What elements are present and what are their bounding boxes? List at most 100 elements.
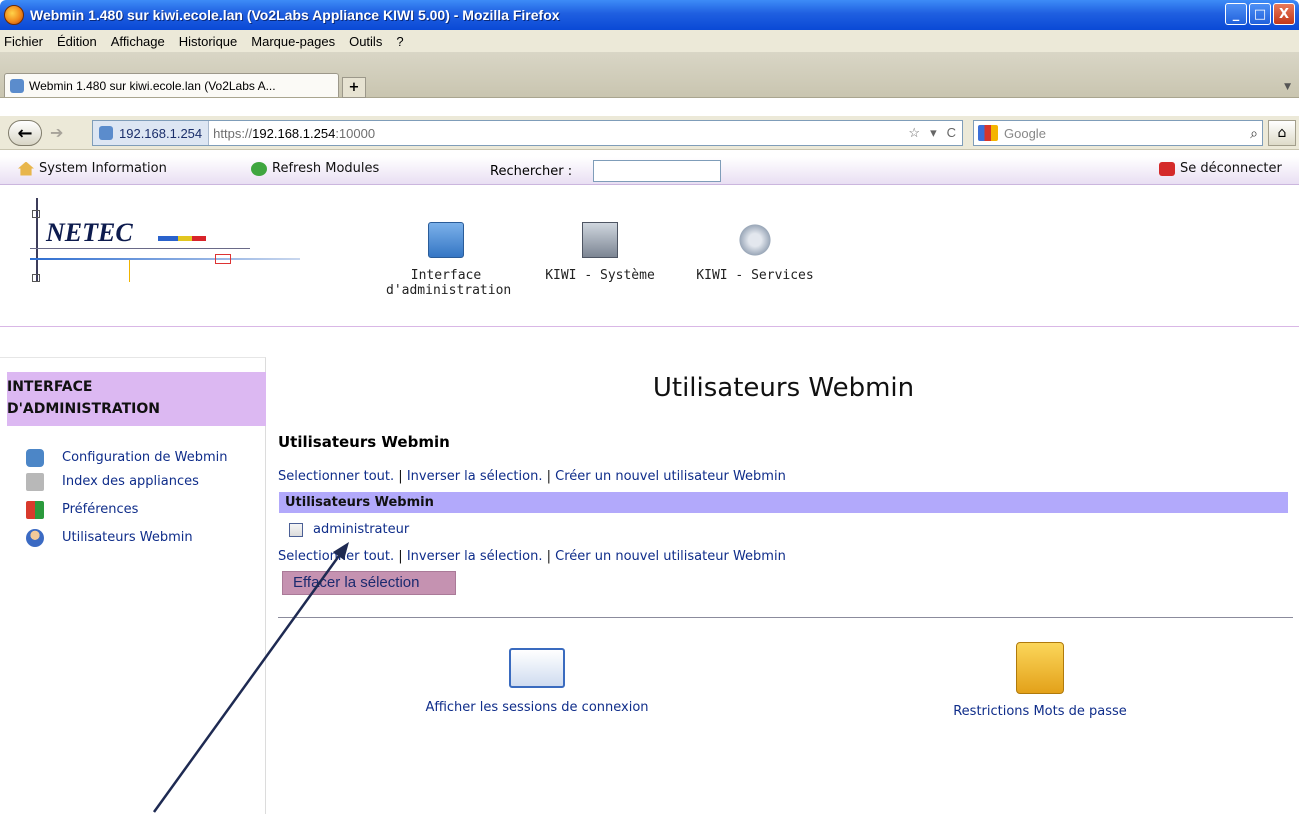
appliance-index-icon (26, 472, 44, 491)
logo-line (30, 248, 250, 249)
site-identity-button[interactable]: 192.168.1.254 (93, 121, 210, 145)
sidebar-item-webmin-config[interactable]: Configuration de Webmin (26, 448, 228, 467)
site-label: 192.168.1.254 (119, 125, 203, 141)
webmin-toolbar: System Information Refresh Modules Reche… (0, 157, 1299, 185)
users-icon (26, 528, 44, 547)
bookmark-star-icon[interactable]: ☆ (908, 125, 920, 141)
admin-interface-icon (428, 222, 464, 258)
sidebar-item-preferences[interactable]: Préférences (26, 500, 139, 519)
delete-selection-button[interactable]: Effacer la sélection (282, 571, 456, 595)
tab-bar: Webmin 1.480 sur kiwi.ecole.lan (Vo2Labs… (0, 52, 1299, 98)
module-label: KIWI - Services (696, 268, 814, 283)
menu-history[interactable]: Historique (179, 34, 238, 49)
module-label: Interface (410, 268, 482, 283)
preferences-icon (26, 500, 44, 519)
login-sessions-label: Afficher les sessions de connexion (425, 700, 649, 715)
menu-bookmarks[interactable]: Marque-pages (251, 34, 335, 49)
menu-bar: Fichier Édition Affichage Historique Mar… (0, 30, 1299, 52)
back-button[interactable]: ← (8, 120, 42, 146)
history-dropdown-icon[interactable]: ▾ (930, 125, 937, 141)
url-text[interactable]: https://192.168.1.254:10000 (209, 126, 375, 141)
logout-label: Se déconnecter (1180, 161, 1282, 176)
gears-icon (737, 222, 773, 258)
close-button[interactable]: X (1273, 3, 1295, 25)
logo-text: NETEC (46, 218, 133, 247)
url-host: 192.168.1.254 (252, 125, 336, 141)
navigation-bar: ← ➔ 192.168.1.254 https://192.168.1.254:… (0, 116, 1299, 150)
sidebar-item-label: Index des appliances (62, 474, 199, 489)
forward-button[interactable]: ➔ (50, 123, 63, 142)
module-admin-interface[interactable]: Interface d'administration (386, 222, 512, 298)
sidebar-item-label: Utilisateurs Webmin (62, 530, 193, 545)
menu-tools[interactable]: Outils (349, 34, 382, 49)
tab-list-arrow-icon[interactable]: ▼ (1284, 82, 1291, 92)
search-placeholder: Google (1004, 125, 1046, 141)
menu-edit[interactable]: Édition (57, 34, 97, 49)
module-label: d'administration (386, 283, 512, 298)
sidebar: INTERFACE D'ADMINISTRATION Configuration… (0, 357, 266, 814)
sidebar-heading: INTERFACE D'ADMINISTRATION (7, 372, 266, 426)
login-sessions-link[interactable]: Afficher les sessions de connexion (384, 648, 690, 715)
webmin-search-input[interactable] (593, 160, 721, 182)
maximize-button[interactable]: □ (1249, 3, 1271, 25)
logo-bar (192, 236, 206, 241)
new-tab-button[interactable]: + (342, 77, 366, 98)
power-icon (1159, 161, 1175, 176)
select-all-link[interactable]: Selectionner tout. (278, 549, 394, 564)
menu-view[interactable]: Affichage (111, 34, 165, 49)
reload-icon[interactable]: C (947, 125, 956, 141)
url-bar[interactable]: 192.168.1.254 https://192.168.1.254:1000… (92, 120, 963, 146)
selection-links-top: Selectionner tout. | Inverser la sélecti… (278, 469, 786, 484)
user-checkbox[interactable] (289, 522, 303, 537)
site-favicon-icon (99, 126, 113, 140)
content-divider (278, 617, 1293, 618)
home-icon: ⌂ (1277, 125, 1287, 141)
minimize-button[interactable]: _ (1225, 3, 1247, 25)
selection-links-bottom: Selectionner tout. | Inverser la sélecti… (278, 549, 786, 564)
logo-bar (158, 236, 178, 241)
logo-bar (178, 236, 192, 241)
refresh-modules-label: Refresh Modules (272, 161, 380, 176)
separator: | (398, 469, 403, 484)
logout-link[interactable]: Se déconnecter (1159, 161, 1282, 176)
search-icon[interactable]: ⌕ (1250, 125, 1258, 142)
logo-square (215, 254, 231, 264)
system-information-label: System Information (39, 161, 167, 176)
sidebar-heading-line: INTERFACE (7, 379, 93, 395)
window-title: Webmin 1.480 sur kiwi.ecole.lan (Vo2Labs… (30, 7, 560, 23)
menu-file[interactable]: Fichier (4, 34, 43, 49)
sidebar-item-webmin-users[interactable]: Utilisateurs Webmin (26, 528, 193, 547)
back-arrow-icon: ← (17, 122, 33, 144)
window-controls: _ □ X (1225, 3, 1295, 25)
search-box[interactable]: Google ⌕ (973, 120, 1263, 146)
sessions-icon (509, 648, 565, 688)
home-button[interactable]: ⌂ (1268, 120, 1296, 146)
system-information-link[interactable]: System Information (18, 161, 167, 176)
google-engine-icon[interactable] (978, 125, 998, 141)
menu-help[interactable]: ? (396, 34, 403, 49)
url-port: :10000 (335, 125, 376, 141)
url-prefix: https:// (213, 125, 253, 141)
invert-selection-link[interactable]: Inverser la sélection. (407, 549, 543, 564)
webmin-favicon-icon (10, 78, 24, 93)
module-kiwi-system[interactable]: KIWI - Système (535, 222, 665, 283)
window-titlebar: Webmin 1.480 sur kiwi.ecole.lan (Vo2Labs… (0, 0, 1299, 30)
home-icon (18, 161, 34, 176)
tab-webmin[interactable]: Webmin 1.480 sur kiwi.ecole.lan (Vo2Labs… (4, 73, 339, 97)
sidebar-item-appliance-index[interactable]: Index des appliances (26, 472, 199, 491)
user-link[interactable]: administrateur (313, 522, 409, 537)
module-kiwi-services[interactable]: KIWI - Services (688, 222, 822, 283)
sidebar-item-label: Préférences (62, 502, 139, 517)
padlock-icon (1016, 642, 1064, 694)
refresh-modules-link[interactable]: Refresh Modules (251, 161, 379, 176)
invert-selection-link[interactable]: Inverser la sélection. (407, 469, 543, 484)
firefox-logo-icon (4, 5, 24, 25)
select-all-link[interactable]: Selectionner tout. (278, 469, 394, 484)
create-user-link[interactable]: Créer un nouvel utilisateur Webmin (555, 469, 786, 484)
section-title: Utilisateurs Webmin (278, 433, 450, 451)
sidebar-item-label: Configuration de Webmin (62, 450, 228, 465)
create-user-link[interactable]: Créer un nouvel utilisateur Webmin (555, 549, 786, 564)
password-restrictions-link[interactable]: Restrictions Mots de passe (920, 642, 1160, 719)
separator: | (546, 549, 551, 564)
page-title: Utilisateurs Webmin (652, 373, 915, 403)
